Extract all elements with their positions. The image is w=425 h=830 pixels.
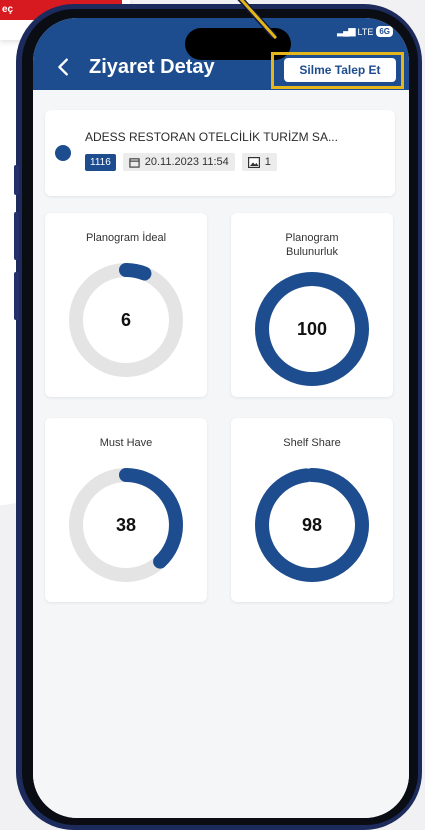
phone-volume-up	[14, 212, 19, 260]
chevron-left-icon[interactable]	[53, 56, 75, 78]
visit-datetime-text: 20.11.2023 11:54	[144, 156, 229, 168]
phone-side-button	[14, 165, 19, 195]
visit-info-card[interactable]: ADESS RESTORAN OTELCİLİK TURİZM SA... 11…	[45, 110, 395, 196]
page-title: Ziyaret Detay	[89, 56, 215, 78]
network-generation-badge: 6G	[376, 26, 393, 37]
metric-value: 98	[301, 515, 323, 535]
metric-label: Planogram Bulunurluk	[285, 232, 339, 258]
calendar-icon	[129, 157, 140, 168]
network-label: LTE	[357, 26, 374, 37]
metric-label: Shelf Share	[283, 437, 341, 449]
metric-card-shelf-share[interactable]: Shelf Share 98	[231, 418, 393, 602]
metric-value: 6	[120, 310, 131, 330]
signal-icon: ▂▄▆	[337, 26, 355, 36]
photo-count[interactable]: 1	[241, 153, 277, 171]
phone-screen: ▂▄▆ LTE 6G Ziyaret Detay Silme Talep Et …	[33, 18, 409, 818]
app-header: ▂▄▆ LTE 6G Ziyaret Detay Silme Talep Et	[33, 18, 409, 90]
photo-count-text: 1	[264, 156, 271, 168]
visit-datetime: 20.11.2023 11:54	[122, 153, 235, 171]
status-bar: ▂▄▆ LTE 6G	[337, 26, 393, 37]
visit-detail-content: ADESS RESTORAN OTELCİLİK TURİZM SA... 11…	[33, 90, 409, 818]
store-name: ADESS RESTORAN OTELCİLİK TURİZM SA...	[85, 130, 338, 144]
metric-card-planogram-bulunurluk[interactable]: Planogram Bulunurluk 100	[231, 213, 393, 397]
delete-request-button[interactable]: Silme Talep Et	[284, 58, 396, 82]
status-dot	[55, 145, 71, 161]
visit-meta-row: 1116 20.11.2023 11:54 1	[85, 153, 277, 171]
metric-value: 100	[296, 319, 328, 339]
image-icon	[247, 156, 260, 168]
metric-card-planogram-ideal[interactable]: Planogram İdeal 6	[45, 213, 207, 397]
metric-label: Must Have	[99, 437, 153, 449]
phone-volume-down	[14, 272, 19, 320]
metric-label: Planogram İdeal	[85, 232, 167, 244]
metric-card-must-have[interactable]: Must Have 38	[45, 418, 207, 602]
visit-id-badge: 1116	[85, 153, 116, 171]
metric-value: 38	[115, 515, 137, 535]
